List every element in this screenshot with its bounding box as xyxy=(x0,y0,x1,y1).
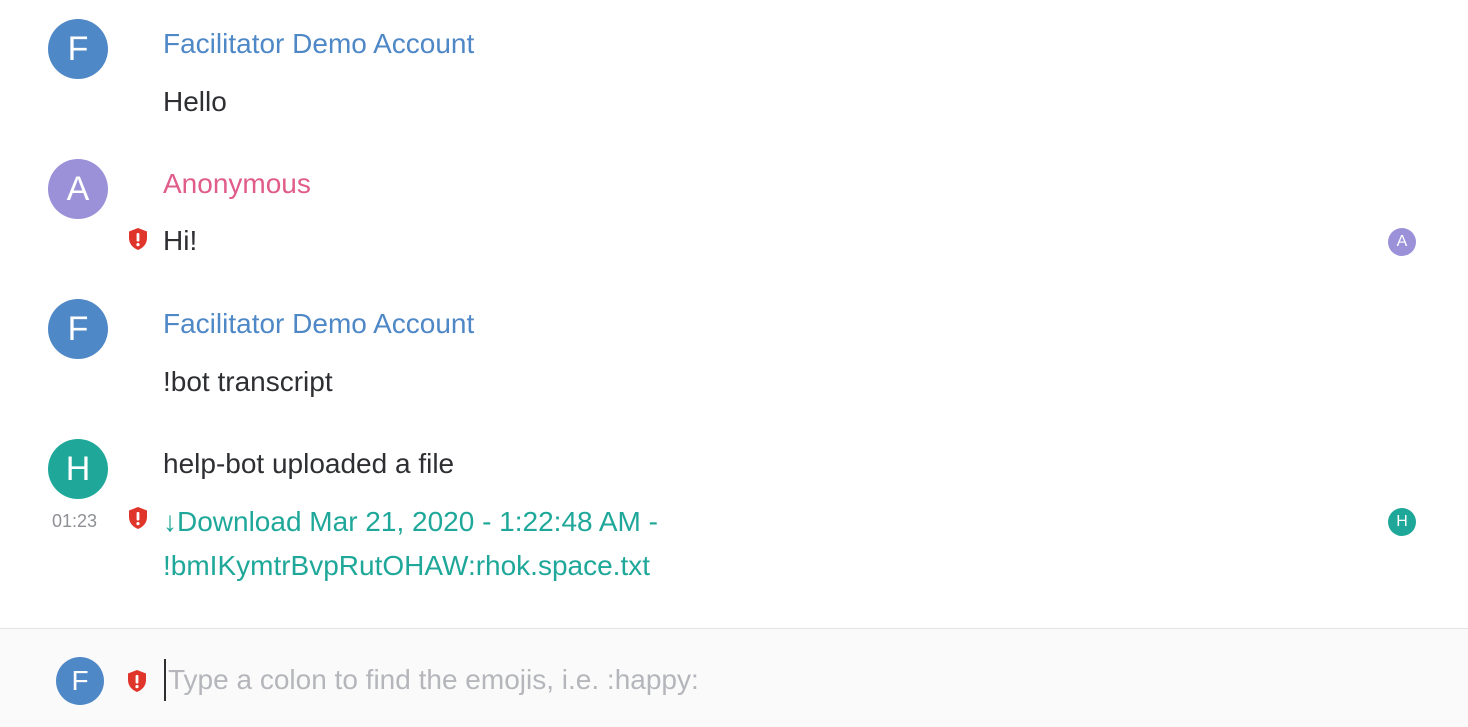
read-receipt-avatar[interactable]: A xyxy=(1388,228,1416,256)
sender-name[interactable]: Anonymous xyxy=(163,167,311,201)
composer-avatar[interactable]: F xyxy=(56,657,104,705)
avatar-anonymous[interactable]: A xyxy=(48,159,108,219)
message-timestamp: 01:23 xyxy=(52,511,98,531)
file-name[interactable]: !bmIKymtrBvpRutOHAW:rhok.space.txt xyxy=(163,550,650,581)
sender-name[interactable]: Facilitator Demo Account xyxy=(163,27,474,61)
message-composer: F xyxy=(0,628,1468,727)
avatar-facilitator[interactable]: F xyxy=(48,299,108,359)
avatar-helpbot[interactable]: H xyxy=(48,439,108,499)
shield-warning-icon[interactable] xyxy=(127,227,149,251)
avatar-facilitator[interactable]: F xyxy=(48,19,108,79)
message-body: Hi! xyxy=(163,225,198,256)
message-body: Hello xyxy=(163,86,227,117)
download-label[interactable]: Download Mar 21, 2020 - 1:22:48 AM - xyxy=(177,506,658,537)
shield-warning-icon[interactable] xyxy=(127,506,149,530)
file-download-link[interactable]: ↓Download Mar 21, 2020 - 1:22:48 AM - !b… xyxy=(163,500,658,588)
shield-warning-icon[interactable] xyxy=(126,669,148,693)
download-arrow-icon: ↓ xyxy=(163,506,177,537)
read-receipt-avatar[interactable]: H xyxy=(1388,508,1416,536)
sender-name[interactable]: Facilitator Demo Account xyxy=(163,307,474,341)
message-body: !bot transcript xyxy=(163,366,333,397)
message-body: help-bot uploaded a file xyxy=(163,448,455,479)
message-input[interactable] xyxy=(164,659,1410,701)
